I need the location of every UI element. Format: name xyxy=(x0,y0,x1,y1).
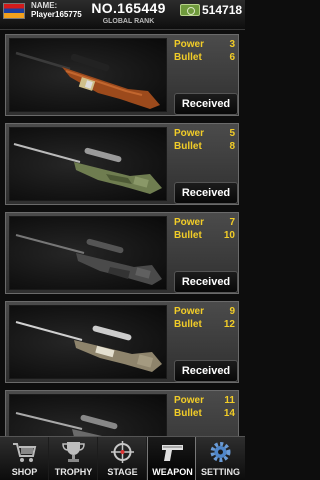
pistol-icon xyxy=(162,445,183,461)
power-value: 7 xyxy=(229,217,235,228)
weapon-card[interactable]: Power 9 Bullet 12 Received xyxy=(5,301,239,383)
armenia-flag-icon xyxy=(3,3,25,19)
name-label: NAME: xyxy=(31,1,58,10)
sniper-rifle-black-icon xyxy=(9,216,167,290)
bullet-label: Bullet xyxy=(174,230,202,241)
weapon-card[interactable]: Power 5 Bullet 8 Received xyxy=(5,123,239,205)
nav-shop-label: SHOP xyxy=(11,467,38,477)
power-label: Power xyxy=(174,306,205,317)
power-value: 9 xyxy=(229,306,235,317)
player-name: Player165775 xyxy=(31,10,82,19)
bullet-value: 14 xyxy=(223,408,235,419)
bullet-label: Bullet xyxy=(174,141,202,152)
bullet-label: Bullet xyxy=(174,408,202,419)
nav-stage-label: STAGE xyxy=(107,467,138,477)
bullet-value: 8 xyxy=(229,141,235,152)
bullet-label: Bullet xyxy=(174,319,202,330)
power-label: Power xyxy=(174,395,205,406)
power-label: Power xyxy=(174,39,205,50)
sniper-rifle-tan-icon xyxy=(9,305,167,379)
cash-icon xyxy=(180,4,200,16)
gear-icon xyxy=(210,442,231,462)
bottom-nav: SHOP TROPHY STAGE WEAPON SETTING xyxy=(0,436,245,480)
cash-amount: 514718 xyxy=(202,3,243,17)
global-rank-label: GLOBAL RANK xyxy=(102,18,155,25)
weapon-card[interactable]: Power 11 Bullet 14 xyxy=(5,390,239,436)
weapon-list[interactable]: Power 3 Bullet 6 Received Power 5 Bullet… xyxy=(0,31,245,436)
power-label: Power xyxy=(174,217,205,228)
bullet-value: 10 xyxy=(223,230,235,241)
crosshair-icon xyxy=(111,441,134,463)
bullet-label: Bullet xyxy=(174,52,202,63)
power-value: 5 xyxy=(229,128,235,139)
nav-weapon-label: WEAPON xyxy=(152,467,193,477)
trophy-icon xyxy=(62,442,85,462)
power-value: 3 xyxy=(229,39,235,50)
nav-trophy[interactable]: TROPHY xyxy=(49,437,98,480)
nav-setting-label: SETTING xyxy=(200,467,240,477)
sniper-rifle-camo-icon xyxy=(9,127,167,201)
nav-weapon[interactable]: WEAPON xyxy=(147,437,196,480)
global-rank-number: NO.165449 xyxy=(91,0,166,16)
received-button[interactable]: Received xyxy=(174,360,238,382)
bolt-rifle-wood-icon xyxy=(9,38,167,112)
received-button[interactable]: Received xyxy=(174,182,238,204)
power-value: 11 xyxy=(224,395,235,406)
top-bar: NAME: Player165775 NO.165449 GLOBAL RANK… xyxy=(0,0,245,30)
received-button[interactable]: Received xyxy=(174,271,238,293)
bullet-value: 12 xyxy=(223,319,235,330)
received-button[interactable]: Received xyxy=(174,93,238,115)
nav-stage[interactable]: STAGE xyxy=(98,437,147,480)
power-label: Power xyxy=(174,128,205,139)
weapon-card[interactable]: Power 7 Bullet 10 Received xyxy=(5,212,239,294)
sniper-rifle-grey-icon xyxy=(9,394,167,436)
bullet-value: 6 xyxy=(229,52,235,63)
shopping-cart-icon xyxy=(13,443,37,462)
nav-shop[interactable]: SHOP xyxy=(0,437,49,480)
weapon-card[interactable]: Power 3 Bullet 6 Received xyxy=(5,34,239,116)
nav-trophy-label: TROPHY xyxy=(54,467,93,477)
nav-setting[interactable]: SETTING xyxy=(196,437,245,480)
